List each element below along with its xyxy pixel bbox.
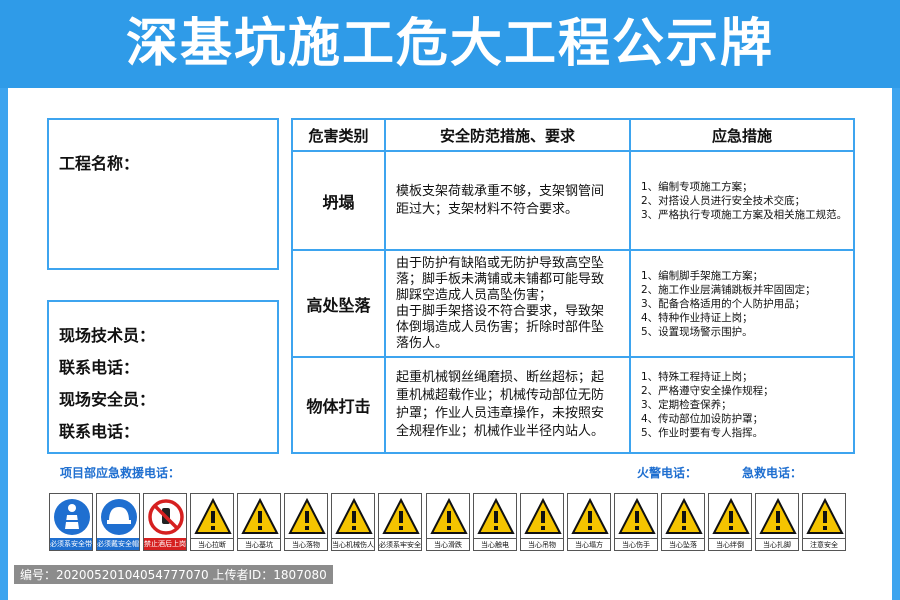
- sign-warning-10: 当心吊物: [520, 493, 564, 551]
- warning-triangle-icon: [524, 497, 562, 534]
- table-row-3-emergency: 1、特殊工程持证上岗； 2、严格遵守安全操作规程； 3、定期检查保养； 4、传动部位加…: [641, 371, 774, 439]
- table-row-2-emergency: 1、编制脚手架施工方案； 2、施工作业层满铺跳板并牢固固定； 3、配备合格适用的个人…: [641, 269, 816, 338]
- warning-triangle-icon: [288, 497, 326, 534]
- table-row-1-requirements: 模板支架荷载承重不够，支架钢管间 距过大；支架材料不符合要求。: [396, 183, 605, 217]
- ambulance-phone-label: 急救电话：: [742, 466, 803, 480]
- sign-caption: 当心伤手: [615, 538, 657, 550]
- sign-caption: 必须系安全带: [50, 538, 92, 550]
- sign-warning-6: 当心机械伤人: [331, 493, 375, 551]
- warning-triangle-icon: [665, 497, 703, 534]
- safety-belt-icon: [54, 499, 90, 535]
- sign-warning-11: 当心塌方: [567, 493, 611, 551]
- warning-triangle-icon: [759, 497, 797, 534]
- sign-safety-belt: 必须系安全带: [49, 493, 93, 551]
- table-row-1-emergency: 1、编制专项施工方案； 2、对搭设人员进行安全技术交底； 3、严格执行专项施工方案及…: [641, 180, 848, 221]
- header-category: 危害类别: [308, 126, 369, 145]
- warning-triangle-icon: [712, 497, 750, 534]
- sign-caption: 当心吊物: [521, 538, 563, 550]
- no-alcohol-icon: [148, 499, 184, 535]
- fire-phone-label: 火警电话：: [637, 466, 698, 480]
- warning-triangle-icon: [477, 497, 515, 534]
- sign-warning-16: 注意安全: [802, 493, 846, 551]
- sign-caption: 当心拉断: [191, 538, 233, 550]
- sign-caption: 注意安全: [803, 538, 845, 550]
- phone-label-1: 联系电话：: [59, 358, 140, 377]
- warning-triangle-icon: [618, 497, 656, 534]
- page-title: 深基坑施工危大工程公示牌: [125, 14, 774, 74]
- sign-helmet: 必须戴安全帽: [96, 493, 140, 551]
- sign-caption: 当心触电: [474, 538, 516, 550]
- rescue-phone-label: 项目部应急救援电话：: [60, 466, 181, 480]
- sign-warning-15: 当心扎脚: [755, 493, 799, 551]
- sign-caption: 当心基坑: [238, 538, 280, 550]
- sign-caption: 当心滑跌: [427, 538, 469, 550]
- tech-staff-label: 现场技术员：: [59, 326, 156, 345]
- table-row-2-requirements: 由于防护有缺陷或无防护导致高空坠 落；脚手板未满铺或未铺都可能导致 脚踩空造成人员高…: [396, 255, 605, 351]
- contacts-box: 现场技术员： 联系电话： 现场安全员： 联系电话：: [47, 300, 279, 454]
- sign-warning-5: 当心落物: [284, 493, 328, 551]
- sign-caption: 当心塌方: [568, 538, 610, 550]
- table-row-1-category: 坍塌: [322, 192, 355, 212]
- sign-caption: 当心扎脚: [756, 538, 798, 550]
- watermark: 编号：20200520104054777070 上传者ID：1807080: [14, 565, 333, 584]
- header-emergency: 应急措施: [711, 126, 772, 145]
- sign-caption: 必须系牢安全锁: [379, 538, 421, 550]
- sign-warning-14: 当心绊倒: [708, 493, 752, 551]
- sign-warning-4: 当心基坑: [237, 493, 281, 551]
- sign-warning-8: 当心滑跌: [426, 493, 470, 551]
- header-requirements: 安全防范措施、要求: [439, 126, 575, 145]
- sign-caption: 当心坠落: [662, 538, 704, 550]
- table-row-3-requirements: 起重机械钢丝绳磨损、断丝超标；起 重机械超载作业；机械传动部位无防 护罩；作业人员违…: [396, 370, 605, 439]
- sign-no-alcohol: 禁止酒后上岗: [143, 493, 187, 551]
- hazard-table: 危害类别 安全防范措施、要求 应急措施 坍塌 模板支架荷载承重不够，支架钢管间距…: [291, 118, 855, 454]
- warning-triangle-icon: [335, 497, 373, 534]
- sign-caption: 当心落物: [285, 538, 327, 550]
- sign-warning-12: 当心伤手: [614, 493, 658, 551]
- warning-triangle-icon: [382, 497, 420, 534]
- sign-warning-9: 当心触电: [473, 493, 517, 551]
- title-banner: 深基坑施工危大工程公示牌: [0, 0, 900, 88]
- sign-caption: 必须戴安全帽: [97, 538, 139, 550]
- warning-triangle-icon: [241, 497, 279, 534]
- sign-caption: 当心机械伤人: [332, 538, 374, 550]
- helmet-icon: [101, 499, 137, 535]
- sign-warning-13: 当心坠落: [661, 493, 705, 551]
- safety-officer-label: 现场安全员：: [59, 390, 156, 409]
- table-row-2-category: 高处坠落: [306, 295, 371, 315]
- warning-triangle-icon: [194, 497, 232, 534]
- warning-triangle-icon: [430, 497, 468, 534]
- sign-caption: 当心绊倒: [709, 538, 751, 550]
- phone-label-2: 联系电话：: [59, 422, 140, 441]
- warning-triangle-icon: [806, 497, 844, 534]
- sign-warning-3: 当心拉断: [190, 493, 234, 551]
- sign-caption: 禁止酒后上岗: [144, 538, 186, 550]
- project-name-label: 工程名称：: [59, 154, 140, 173]
- sign-warning-7: 必须系牢安全锁: [378, 493, 422, 551]
- table-row-3-category: 物体打击: [306, 397, 371, 416]
- project-name-box: 工程名称：: [47, 118, 279, 270]
- warning-triangle-icon: [571, 497, 609, 534]
